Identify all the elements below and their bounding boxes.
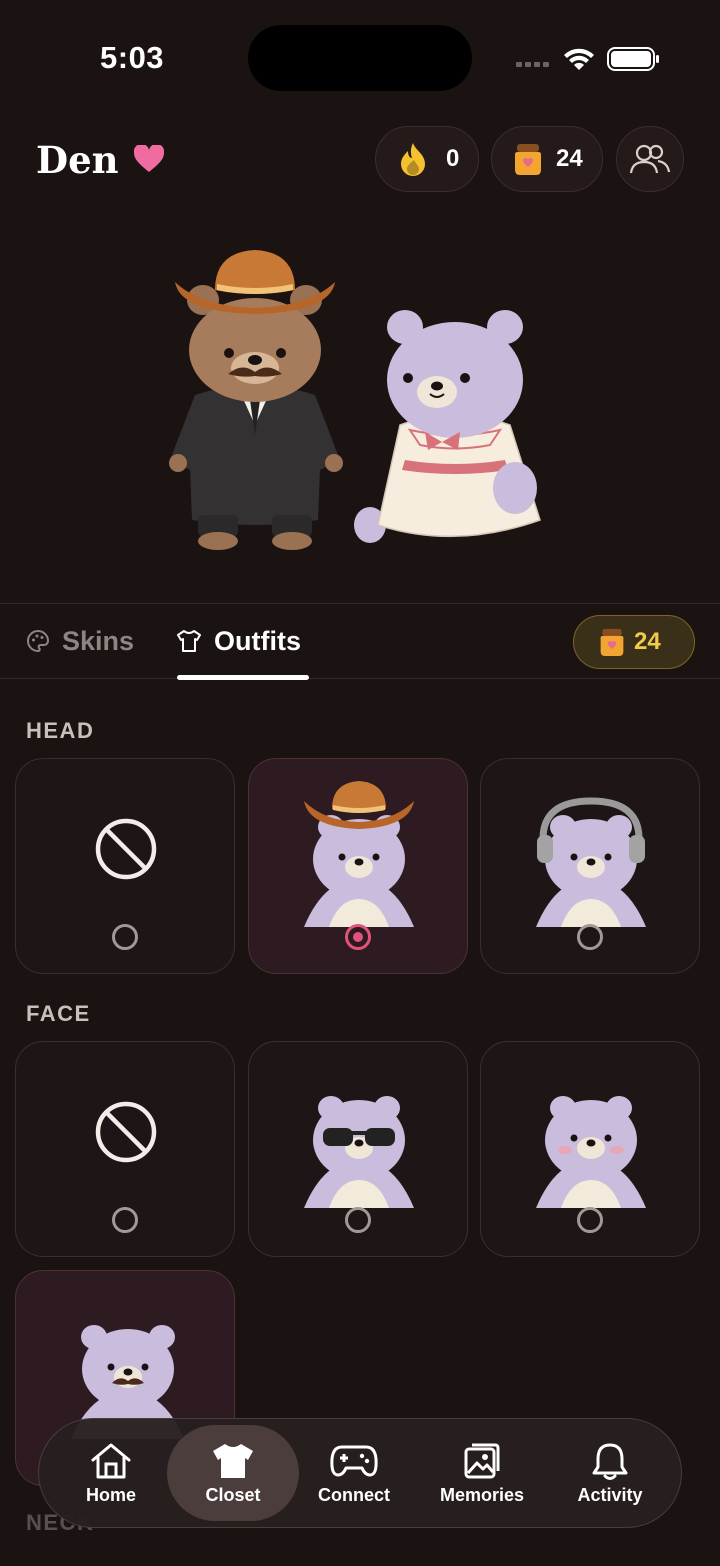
- none-icon: [95, 1101, 157, 1163]
- status-icons: [514, 44, 664, 74]
- none-icon: [95, 818, 157, 880]
- bear-thumbnail: [304, 815, 414, 927]
- closet-tabs: Skins Outfits 24: [0, 603, 720, 680]
- nav-closet[interactable]: Closet: [168, 1419, 298, 1525]
- radio-selected: [345, 924, 371, 950]
- brown-bear-avatar: [169, 250, 343, 550]
- radio-unselected: [112, 1207, 138, 1233]
- bottom-nav: Home Closet Connect Memories Activity: [38, 1418, 682, 1528]
- tab-outfits[interactable]: Outfits: [176, 604, 301, 678]
- nav-connect[interactable]: Connect: [289, 1419, 419, 1525]
- bear-thumbnail: [536, 815, 646, 927]
- face-blush-card[interactable]: [480, 1041, 700, 1257]
- bear-thumbnail: [304, 1096, 414, 1208]
- radio-unselected: [577, 924, 603, 950]
- nav-activity-label: Activity: [577, 1485, 643, 1505]
- head-none-card[interactable]: [15, 758, 235, 974]
- nav-activity[interactable]: Activity: [545, 1419, 675, 1525]
- bear-preview: [0, 220, 720, 590]
- honey-jar-icon: [515, 144, 541, 175]
- status-time: 5:03: [100, 40, 165, 75]
- nav-home-label: Home: [85, 1485, 136, 1505]
- radio-unselected: [345, 1207, 371, 1233]
- nav-home[interactable]: Home: [46, 1419, 176, 1525]
- active-tab-indicator: [177, 675, 309, 680]
- wifi-icon: [564, 48, 594, 70]
- tab-skins-label: Skins: [62, 625, 135, 656]
- tab-skins[interactable]: Skins: [26, 604, 134, 678]
- friends-button[interactable]: [616, 126, 684, 192]
- nav-memories[interactable]: Memories: [417, 1419, 547, 1525]
- nav-connect-label: Connect: [318, 1485, 390, 1505]
- balance-badge[interactable]: 24: [573, 615, 695, 669]
- tab-outfits-label: Outfits: [214, 625, 301, 656]
- battery-icon: [607, 47, 659, 71]
- honey-pill[interactable]: 24: [491, 126, 603, 192]
- shirt-icon: [213, 1444, 253, 1478]
- section-label-face: FACE: [26, 1001, 91, 1026]
- nav-memories-label: Memories: [439, 1485, 525, 1505]
- palette-icon: [27, 629, 50, 653]
- header: Den: [0, 120, 720, 200]
- radio-unselected: [577, 1207, 603, 1233]
- shirt-icon: [177, 630, 201, 652]
- balance-count: 24: [634, 628, 661, 655]
- dynamic-island: [248, 25, 472, 91]
- section-label-head: HEAD: [26, 718, 95, 743]
- people-icon: [629, 144, 671, 174]
- lavender-bear-avatar: [354, 310, 541, 543]
- head-cowboy-hat-card[interactable]: [248, 758, 468, 974]
- honey-jar-icon: [600, 628, 624, 656]
- bell-icon: [592, 1443, 628, 1480]
- flame-icon: [401, 143, 425, 176]
- nav-closet-label: Closet: [205, 1485, 261, 1505]
- signal-icon: [516, 62, 549, 67]
- gamepad-icon: [330, 1445, 378, 1477]
- status-bar: 5:03: [0, 0, 720, 110]
- head-headphones-card[interactable]: [480, 758, 700, 974]
- home-icon: [91, 1443, 131, 1479]
- face-none-card[interactable]: [15, 1041, 235, 1257]
- face-sunglasses-card[interactable]: [248, 1041, 468, 1257]
- streak-count: 0: [446, 145, 460, 172]
- heart-icon: [134, 145, 164, 172]
- honey-count: 24: [556, 145, 583, 172]
- streak-pill[interactable]: 0: [375, 126, 479, 192]
- page-title: Den: [36, 138, 119, 182]
- bear-thumbnail: [536, 1096, 646, 1208]
- photos-icon: [464, 1443, 500, 1479]
- radio-unselected: [112, 924, 138, 950]
